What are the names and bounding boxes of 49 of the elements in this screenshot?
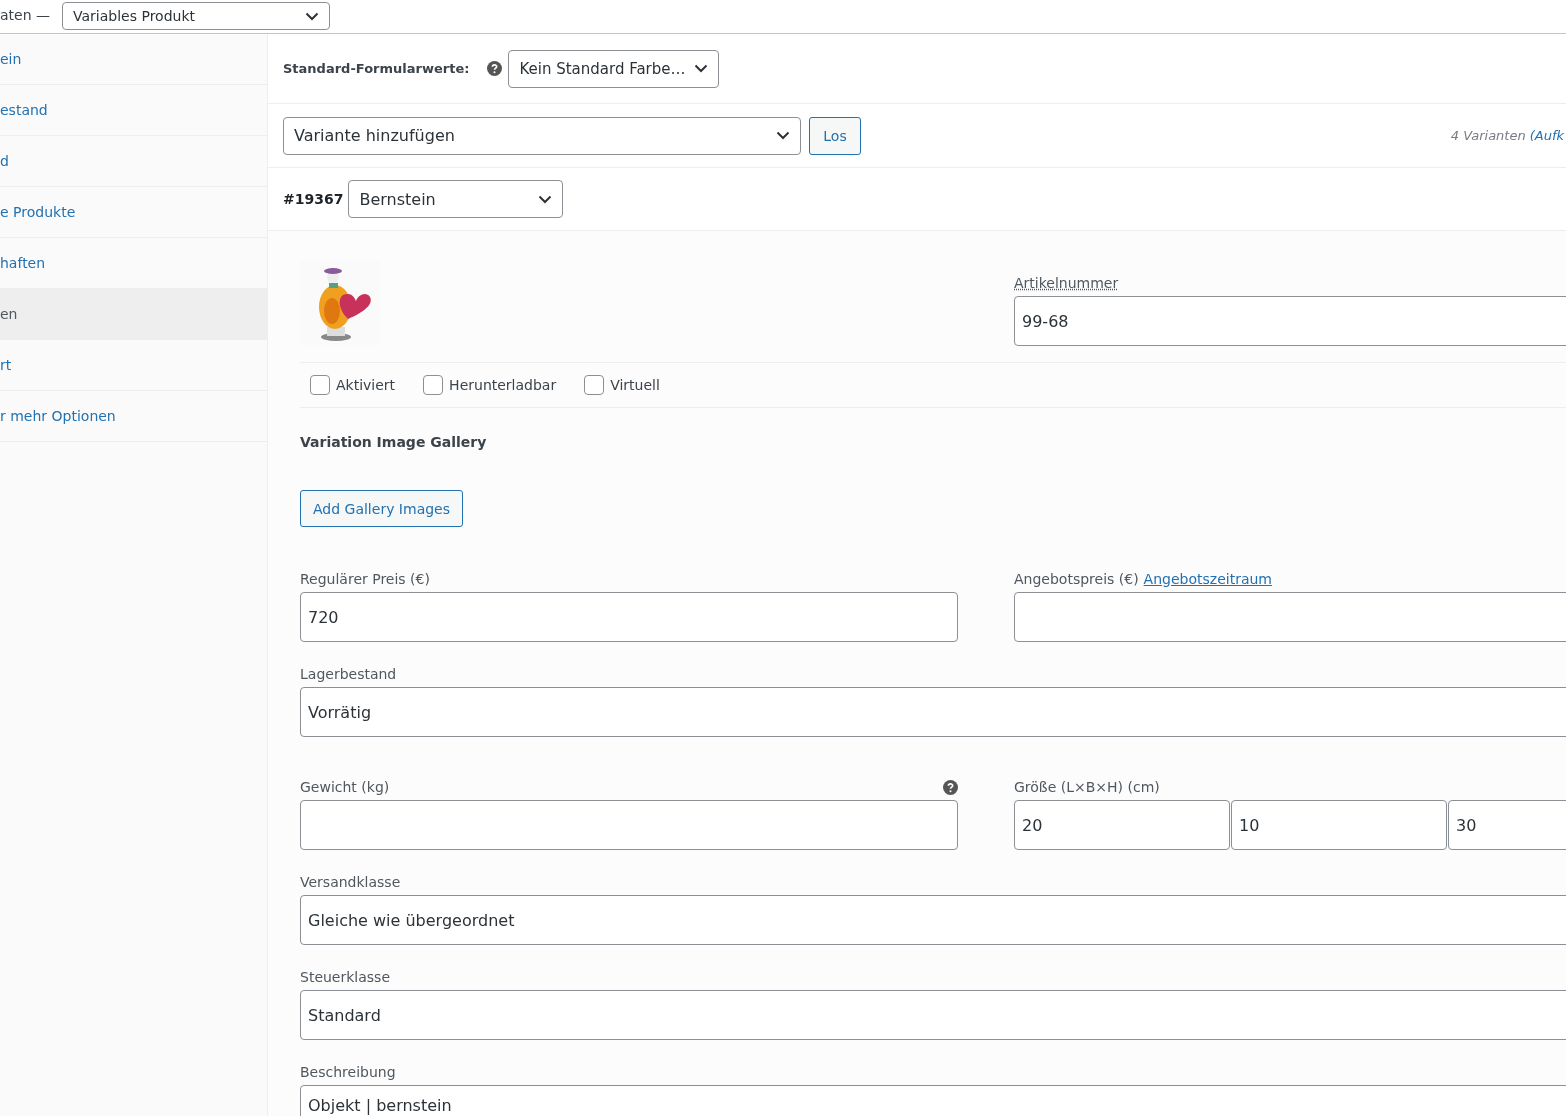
sidebar-tab[interactable]: d bbox=[0, 136, 267, 187]
help-icon[interactable] bbox=[943, 779, 958, 795]
checkbox[interactable]: Herunterladbar bbox=[423, 375, 557, 395]
tax-class-select[interactable]: Standard bbox=[300, 990, 1566, 1040]
chevron-down-icon bbox=[694, 64, 709, 73]
checkbox[interactable]: Virtuell bbox=[584, 375, 660, 395]
variation-id: #19367 bbox=[283, 191, 344, 207]
field-label: Artikelnummer bbox=[1014, 275, 1120, 291]
defaults-label: Standard-Formularwerte: bbox=[283, 61, 470, 76]
sidebar-tab[interactable]: r mehr Optionen bbox=[0, 391, 267, 442]
stock-select[interactable]: Vorrätig bbox=[300, 687, 1566, 737]
chevron-down-icon bbox=[538, 194, 553, 204]
sku-field[interactable]: 99-68 bbox=[1014, 296, 1566, 346]
go-button[interactable]: Los bbox=[809, 116, 861, 155]
product-type-select[interactable]: Variables Produkt bbox=[62, 2, 330, 30]
field-label: Beschreibung bbox=[300, 1064, 397, 1080]
shipping-class-select[interactable]: Gleiche wie übergeordnet bbox=[300, 895, 1566, 945]
sale-price-field[interactable] bbox=[1014, 592, 1566, 642]
field-label: Versandklasse bbox=[300, 874, 402, 890]
field-label: Lagerbestand bbox=[300, 666, 398, 682]
sidebar-tab[interactable]: estand bbox=[0, 85, 267, 136]
sale-schedule-link[interactable]: Angebotszeitraum bbox=[1143, 571, 1272, 587]
description-field[interactable]: Objekt | bernstein bbox=[300, 1085, 1566, 1116]
dimension-field[interactable]: 30 bbox=[1448, 800, 1566, 850]
dimension-field[interactable]: 10 bbox=[1231, 800, 1447, 850]
sidebar-tab[interactable]: e Produkte bbox=[0, 187, 267, 238]
section-label: aten — bbox=[0, 7, 50, 23]
chevron-down-icon bbox=[305, 11, 319, 21]
field-label: Steuerklasse bbox=[300, 969, 391, 985]
regular-price-field[interactable]: 720 bbox=[300, 592, 958, 642]
default-color-select[interactable]: Kein Standard Farbe… bbox=[508, 49, 720, 88]
field-label: Größe (L×B×H) (cm) bbox=[1014, 779, 1161, 795]
weight-field[interactable] bbox=[300, 800, 958, 850]
chevron-down-icon bbox=[776, 131, 790, 140]
attribute-select[interactable]: Bernstein bbox=[348, 180, 564, 218]
bulk-action-select[interactable]: Variante hinzufügen bbox=[283, 116, 801, 155]
add-gallery-images-button[interactable]: Add Gallery Images bbox=[300, 490, 463, 527]
sidebar-tab[interactable]: en bbox=[0, 289, 267, 340]
help-icon[interactable] bbox=[487, 61, 503, 76]
sidebar-tab[interactable]: ein bbox=[0, 34, 267, 85]
field-label: Regulärer Preis (€) bbox=[300, 571, 431, 587]
sidebar-tab[interactable]: rt bbox=[0, 340, 267, 391]
field-label: Gewicht (kg) bbox=[300, 779, 390, 795]
expand-link[interactable]: (Aufk bbox=[1529, 128, 1564, 143]
gallery-title: Variation Image Gallery bbox=[300, 434, 488, 450]
field-label: Angebotspreis (€) bbox=[1014, 571, 1139, 587]
dimension-field[interactable]: 20 bbox=[1014, 800, 1230, 850]
variation-count: 4 Varianten bbox=[1450, 128, 1526, 143]
checkbox[interactable]: Aktiviert bbox=[310, 375, 396, 395]
